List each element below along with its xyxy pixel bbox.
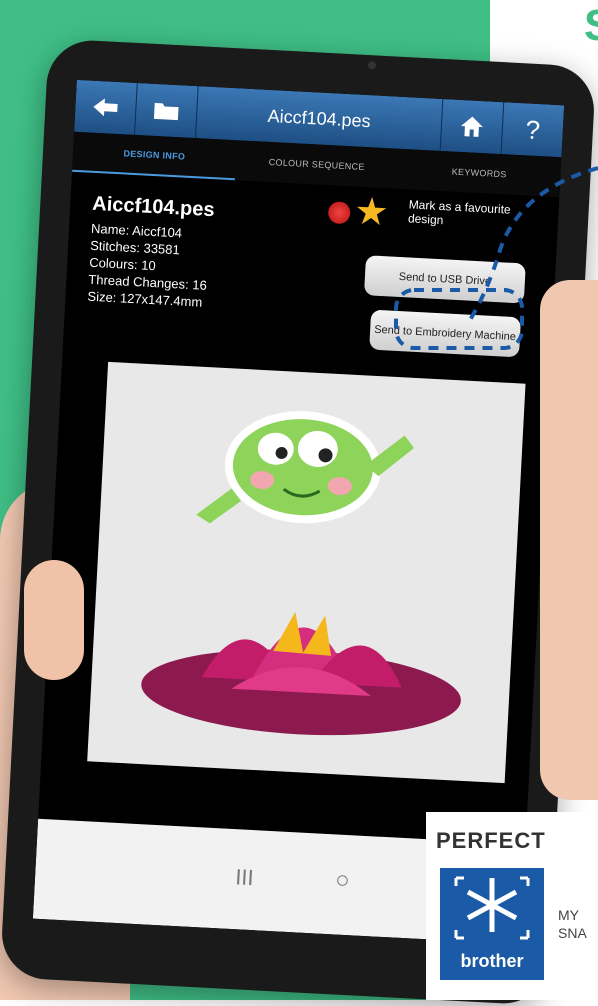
design-info-panel: Aiccf104.pes Name: Aiccf104 Stitches: 33… bbox=[87, 193, 215, 311]
send-to-usb-button[interactable]: Send to USB Drive bbox=[363, 255, 526, 304]
favourite-label: Mark as a favourite design bbox=[407, 197, 512, 228]
lotus-embroidery-image bbox=[141, 611, 461, 736]
back-button[interactable] bbox=[74, 79, 138, 135]
arrow-left-icon bbox=[93, 98, 118, 117]
file-title: Aiccf104.pes bbox=[267, 105, 372, 131]
record-dot-icon[interactable] bbox=[327, 201, 351, 225]
promo-headline: PERFECT bbox=[436, 828, 546, 853]
folder-button[interactable] bbox=[135, 83, 199, 139]
promo-text: MY SNA bbox=[558, 906, 598, 942]
left-thumb bbox=[24, 560, 84, 680]
tab-colour-sequence[interactable]: COLOUR SEQUENCE bbox=[234, 140, 399, 188]
promo-line-2: SNA bbox=[558, 925, 587, 941]
brother-wordmark: brother bbox=[460, 951, 524, 971]
promo-card: PERFECT brother MY SNA bbox=[426, 812, 598, 1000]
corner-heading-fragment: S bbox=[584, 4, 598, 48]
snowflake-logo-icon bbox=[454, 876, 530, 940]
tab-keywords[interactable]: KEYWORDS bbox=[397, 149, 562, 197]
folder-icon bbox=[153, 102, 179, 121]
design-preview bbox=[87, 361, 526, 784]
front-camera bbox=[367, 61, 377, 70]
help-button[interactable]: ? bbox=[500, 102, 565, 158]
recents-button[interactable]: III bbox=[235, 864, 255, 891]
tab-design-info[interactable]: DESIGN INFO bbox=[72, 131, 237, 181]
send-to-embroidery-button[interactable]: Send to Embroidery Machine bbox=[369, 309, 522, 358]
home-icon bbox=[460, 116, 483, 137]
home-button[interactable] bbox=[439, 98, 504, 155]
promo-line-1: MY bbox=[558, 907, 579, 923]
android-home-button[interactable]: ○ bbox=[335, 866, 351, 895]
design-filename: Aiccf104.pes bbox=[91, 192, 216, 222]
favourite-star-icon[interactable]: ★ bbox=[353, 191, 389, 235]
brother-app-logo: brother bbox=[440, 868, 544, 980]
right-hand bbox=[540, 280, 598, 800]
